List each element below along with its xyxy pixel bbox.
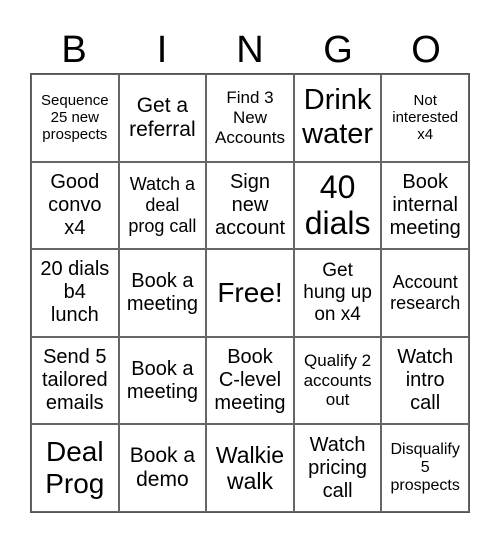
bingo-cell[interactable]: Watch pricing call bbox=[293, 424, 382, 512]
header-letter-n: N bbox=[236, 29, 264, 71]
bingo-cell[interactable]: Book a meeting bbox=[118, 249, 207, 337]
bingo-cell[interactable]: Send 5 tailored emails bbox=[31, 336, 119, 425]
bingo-cell[interactable]: Get a referral bbox=[118, 74, 207, 162]
bingo-cell[interactable]: Drink water bbox=[293, 74, 382, 162]
free-cell[interactable]: Free! bbox=[206, 249, 294, 337]
bingo-cell[interactable]: Sequence 25 new prospects bbox=[31, 74, 119, 162]
bingo-cell[interactable]: Qualify 2 accounts out bbox=[293, 336, 382, 425]
bingo-cell[interactable]: 40 dials bbox=[293, 161, 382, 250]
bingo-cell[interactable]: Sign new account bbox=[206, 161, 294, 250]
bingo-cell[interactable]: Book a meeting bbox=[118, 336, 207, 425]
bingo-cell[interactable]: Deal Prog bbox=[31, 424, 119, 512]
bingo-cell[interactable]: Not interested x4 bbox=[381, 74, 469, 162]
header-letter-g: G bbox=[323, 29, 353, 71]
bingo-cell[interactable]: Disqualify 5 prospects bbox=[381, 424, 469, 512]
bingo-grid: Sequence 25 new prospects Get a referral… bbox=[30, 73, 470, 513]
header-letter-b: B bbox=[61, 29, 87, 71]
bingo-cell[interactable]: Book internal meeting bbox=[381, 161, 469, 250]
bingo-cell[interactable]: Get hung up on x4 bbox=[293, 249, 382, 337]
bingo-cell[interactable]: Walkie walk bbox=[206, 424, 294, 512]
bingo-cell[interactable]: Book C-level meeting bbox=[206, 336, 294, 425]
bingo-cell[interactable]: Account research bbox=[381, 249, 469, 337]
header-letter-o: O bbox=[411, 29, 441, 71]
bingo-cell[interactable]: 20 dials b4 lunch bbox=[31, 249, 119, 337]
bingo-cell[interactable]: Watch intro call bbox=[381, 336, 469, 425]
header-letter-i: I bbox=[156, 29, 168, 71]
bingo-cell[interactable]: Find 3 New Accounts bbox=[206, 74, 294, 162]
bingo-header: B I N G O bbox=[30, 28, 470, 72]
bingo-cell[interactable]: Good convo x4 bbox=[31, 161, 119, 250]
bingo-cell[interactable]: Book a demo bbox=[118, 424, 207, 512]
bingo-cell[interactable]: Watch a deal prog call bbox=[118, 161, 207, 250]
